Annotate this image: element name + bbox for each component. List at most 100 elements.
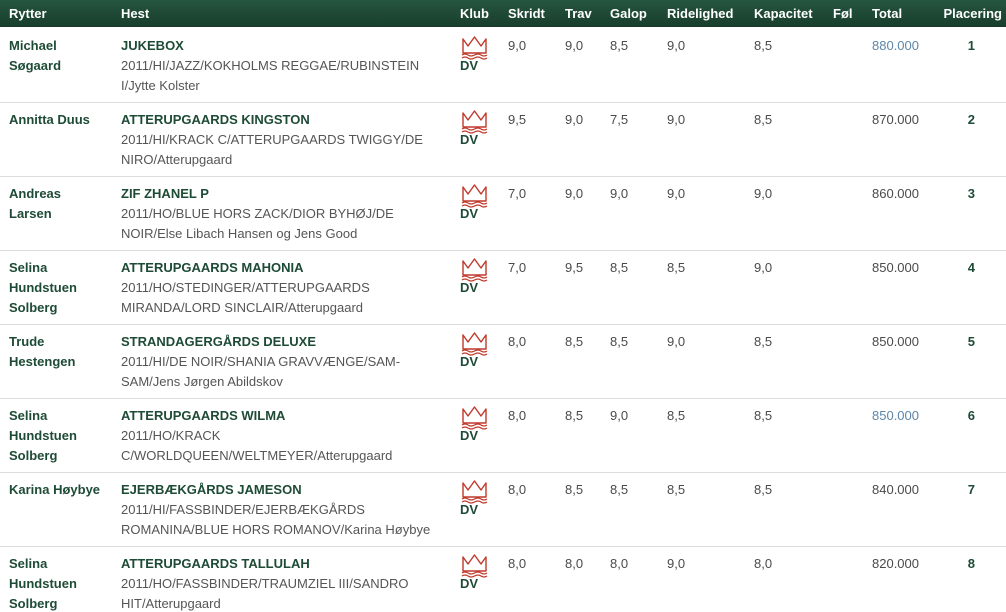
horse-pedigree: 2011/HO/BLUE HORS ZACK/DIOR BYHØJ/DE NOI… (121, 206, 394, 241)
placering-cell: 3 (967, 186, 975, 201)
header-galop[interactable]: Galop (610, 0, 667, 27)
fol-cell (833, 251, 872, 325)
rider-name-part[interactable]: Hundstuen (9, 278, 121, 298)
rider-name-part[interactable]: Solberg (9, 298, 121, 318)
rider-name-part[interactable]: Annitta Duus (9, 110, 121, 130)
rider-name-part[interactable]: Selina (9, 258, 121, 278)
kapacitet-cell: 8,5 (754, 38, 773, 53)
horse-name[interactable]: ATTERUPGAARDS TALLULAH (121, 554, 460, 574)
galop-cell: 8,5 (610, 334, 629, 349)
rider-name-part[interactable]: Søgaard (9, 56, 121, 76)
header-rytter[interactable]: Rytter (0, 0, 121, 27)
rider-cell: Selina Hundstuen Solberg (0, 399, 121, 473)
rider-cell: Selina Hundstuen Solberg (0, 251, 121, 325)
club-label: DV (460, 132, 479, 147)
crown-icon (461, 406, 488, 430)
header-trav[interactable]: Trav (565, 0, 610, 27)
horse-cell: ATTERUPGAARDS TALLULAH 2011/HO/FASSBINDE… (121, 547, 460, 612)
table-row: Michael Søgaard JUKEBOX 2011/HI/JAZZ/KOKH… (0, 27, 1006, 103)
total-cell: 820.000 (872, 547, 940, 612)
club-logo: DV (460, 480, 494, 517)
ridelighed-cell: 9,0 (667, 556, 686, 571)
total-cell: 860.000 (872, 177, 940, 251)
galop-cell: 8,0 (610, 556, 629, 571)
fol-cell (833, 103, 872, 177)
table-row: Andreas Larsen ZIF ZHANEL P 2011/HO/BLUE … (0, 177, 1006, 251)
ridelighed-cell: 9,0 (667, 334, 686, 349)
fol-cell (833, 547, 872, 612)
header-fol[interactable]: Føl (833, 0, 872, 27)
kapacitet-cell: 8,5 (754, 408, 773, 423)
total-link[interactable]: 880.000 (872, 38, 919, 53)
rider-name-part[interactable]: Andreas (9, 184, 121, 204)
horse-cell: JUKEBOX 2011/HI/JAZZ/KOKHOLMS REGGAE/RUB… (121, 27, 460, 103)
rider-name-part[interactable]: Solberg (9, 594, 121, 612)
kapacitet-cell: 9,0 (754, 186, 773, 201)
club-logo: DV (460, 406, 494, 443)
rider-name-part[interactable]: Hundstuen (9, 426, 121, 446)
kapacitet-cell: 8,5 (754, 112, 773, 127)
trav-cell: 9,0 (565, 112, 584, 127)
rider-name-part[interactable]: Trude (9, 332, 121, 352)
horse-name[interactable]: EJERBÆKGÅRDS JAMESON (121, 480, 460, 500)
rider-cell: Michael Søgaard (0, 27, 121, 103)
trav-cell: 9,5 (565, 260, 584, 275)
horse-pedigree: 2011/HO/FASSBINDER/TRAUMZIEL III/SANDRO … (121, 576, 409, 611)
header-ridelighed[interactable]: Ridelighed (667, 0, 754, 27)
skridt-cell: 8,0 (508, 482, 527, 497)
club-label: DV (460, 502, 479, 517)
trav-cell: 9,0 (565, 186, 584, 201)
rider-name-part[interactable]: Hundstuen (9, 574, 121, 594)
header-hest[interactable]: Hest (121, 0, 460, 27)
horse-name[interactable]: ZIF ZHANEL P (121, 184, 460, 204)
placering-cell: 1 (967, 38, 975, 53)
ridelighed-cell: 9,0 (667, 186, 686, 201)
club-cell: DV (460, 177, 508, 251)
trav-cell: 8,5 (565, 482, 584, 497)
rider-name-part[interactable]: Michael (9, 36, 121, 56)
skridt-cell: 8,0 (508, 556, 527, 571)
total-link[interactable]: 850.000 (872, 408, 919, 423)
header-total[interactable]: Total (872, 0, 940, 27)
header-klub[interactable]: Klub (460, 0, 508, 27)
horse-name[interactable]: STRANDAGERGÅRDS DELUXE (121, 332, 460, 352)
rider-cell: Karina Høybye (0, 473, 121, 547)
rider-name-part[interactable]: Larsen (9, 204, 121, 224)
skridt-cell: 8,0 (508, 334, 527, 349)
horse-pedigree: 2011/HI/JAZZ/KOKHOLMS REGGAE/RUBINSTEIN … (121, 58, 420, 93)
club-logo: DV (460, 110, 494, 147)
placering-cell: 8 (967, 556, 975, 571)
horse-pedigree: 2011/HO/STEDINGER/ATTERUPGAARDS MIRANDA/… (121, 280, 370, 315)
horse-pedigree: 2011/HI/KRACK C/ATTERUPGAARDS TWIGGY/DE … (121, 132, 423, 167)
rider-name-part[interactable]: Solberg (9, 446, 121, 466)
rider-name-part[interactable]: Karina Høybye (9, 480, 121, 500)
results-body: Michael Søgaard JUKEBOX 2011/HI/JAZZ/KOKH… (0, 27, 1006, 612)
rider-name-part[interactable]: Hestengen (9, 352, 121, 372)
horse-name[interactable]: ATTERUPGAARDS MAHONIA (121, 258, 460, 278)
rider-name-part[interactable]: Selina (9, 406, 121, 426)
horse-cell: ATTERUPGAARDS KINGSTON 2011/HI/KRACK C/A… (121, 103, 460, 177)
rider-name-part[interactable]: Selina (9, 554, 121, 574)
club-logo: DV (460, 554, 494, 591)
skridt-cell: 7,0 (508, 186, 527, 201)
header-kapacitet[interactable]: Kapacitet (754, 0, 833, 27)
horse-name[interactable]: ATTERUPGAARDS WILMA (121, 406, 460, 426)
club-label: DV (460, 206, 479, 221)
club-label: DV (460, 280, 479, 295)
ridelighed-cell: 8,5 (667, 482, 686, 497)
table-row: Selina Hundstuen Solberg ATTERUPGAARDS TAL… (0, 547, 1006, 612)
horse-name[interactable]: ATTERUPGAARDS KINGSTON (121, 110, 460, 130)
total-cell: 880.000 (872, 27, 940, 103)
club-cell: DV (460, 325, 508, 399)
placering-cell: 7 (967, 482, 975, 497)
header-placering[interactable]: Placering (940, 0, 1006, 27)
crown-icon (461, 110, 488, 134)
horse-name[interactable]: JUKEBOX (121, 36, 460, 56)
crown-icon (461, 480, 488, 504)
table-row: Trude Hestengen STRANDAGERGÅRDS DELUXE 20… (0, 325, 1006, 399)
fol-cell (833, 325, 872, 399)
skridt-cell: 9,0 (508, 38, 527, 53)
skridt-cell: 8,0 (508, 408, 527, 423)
header-skridt[interactable]: Skridt (508, 0, 565, 27)
total-value: 860.000 (872, 186, 919, 201)
